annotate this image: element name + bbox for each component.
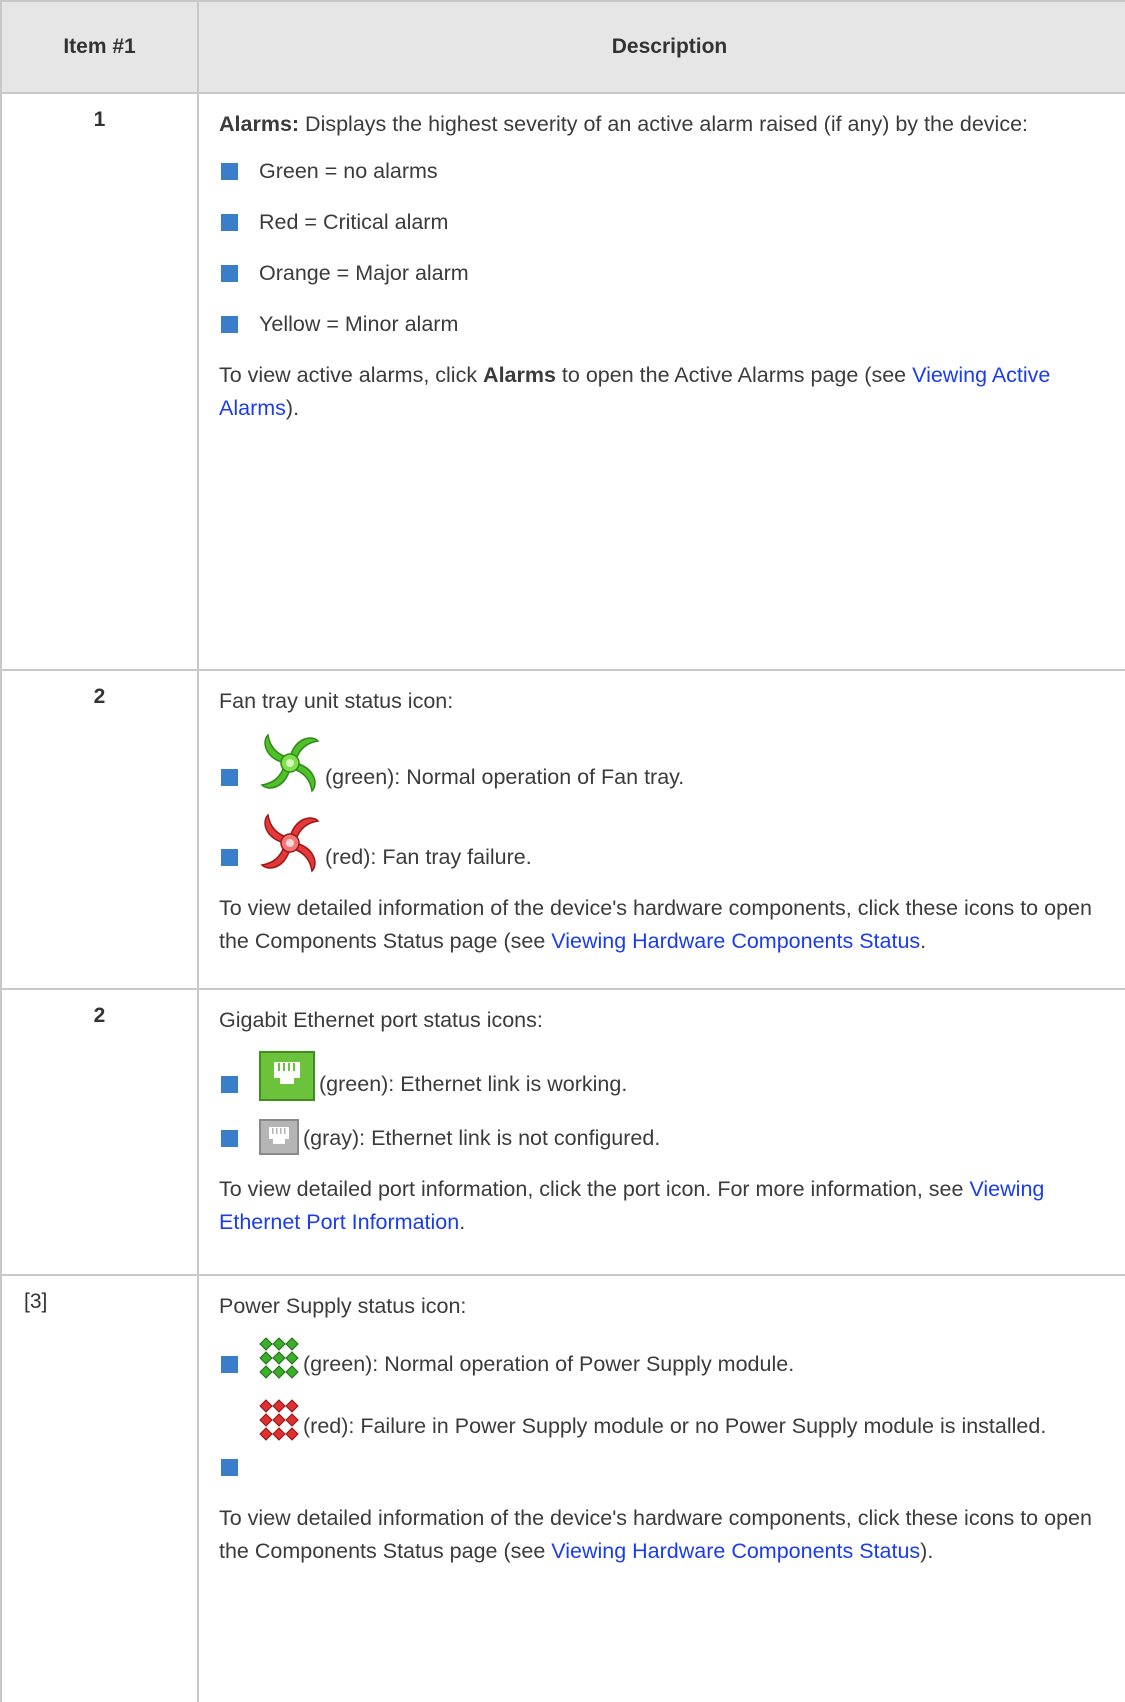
- page: { "table": { "headers": ["Item #1", "Des…: [0, 0, 1125, 1702]
- viewing-hardware-components-status-link[interactable]: Viewing Hardware Components Status: [551, 1539, 920, 1563]
- row-intro: Gigabit Ethernet port status icons:: [219, 1008, 543, 1032]
- bullet-square-icon: [221, 769, 238, 786]
- row-intro: Power Supply status icon:: [219, 1294, 467, 1318]
- bullet-square-icon: [221, 1459, 238, 1476]
- list-item: Green = no alarms: [219, 155, 1122, 188]
- bullet-square-icon: [221, 849, 238, 866]
- bullet-square-icon: [221, 214, 238, 231]
- item-number: 1: [0, 92, 199, 671]
- list-item: (green): Normal operation of Power Suppl…: [219, 1337, 1122, 1381]
- bullet-square-icon: [221, 1356, 238, 1373]
- bullet-square-icon: [221, 163, 238, 180]
- table-row: 2 Gigabit Ethernet port status icons: (g…: [0, 988, 1125, 1276]
- bullet-square-icon: [221, 265, 238, 282]
- ethernet-port-gray-icon[interactable]: [259, 1119, 299, 1155]
- list-item: (red): Fan tray failure.: [219, 812, 1122, 874]
- description-cell: Alarms: Displays the highest severity of…: [197, 92, 1125, 671]
- list-item: Yellow = Minor alarm: [219, 308, 1122, 341]
- table-row: [3] Power Supply status icon: (green): N…: [0, 1274, 1125, 1702]
- power-supply-green-icon[interactable]: [259, 1337, 299, 1381]
- table-row: 1 Alarms: Displays the highest severity …: [0, 92, 1125, 671]
- alarms-term: Alarms:: [219, 112, 300, 136]
- row-intro: Fan tray unit status icon:: [219, 689, 454, 713]
- list-item: (gray): Ethernet link is not configured.: [219, 1119, 1122, 1155]
- fan-green-icon[interactable]: [259, 732, 321, 794]
- description-cell: Power Supply status icon: (green): Norma…: [197, 1274, 1125, 1702]
- bullet-square-icon: [221, 316, 238, 333]
- row-footer: To view detailed information of the devi…: [219, 1506, 1092, 1563]
- list-item: (green): Normal operation of Fan tray.: [219, 732, 1122, 794]
- list-item: Orange = Major alarm: [219, 257, 1122, 290]
- bullet-square-icon: [221, 1130, 238, 1147]
- header-description: Description: [197, 0, 1125, 94]
- ethernet-port-green-icon[interactable]: [259, 1051, 315, 1101]
- item-number: 2: [0, 669, 199, 990]
- list-item: (green): Ethernet link is working.: [219, 1051, 1122, 1101]
- row-footer: To view active alarms, click Alarms to o…: [219, 363, 1051, 420]
- bullet-square-icon: [221, 1076, 238, 1093]
- power-supply-red-icon[interactable]: [259, 1399, 299, 1443]
- description-table: Item #1 Description 1 Alarms: Displays t…: [0, 0, 1125, 1702]
- row-footer: To view detailed information of the devi…: [219, 896, 1092, 953]
- list-item: Red = Critical alarm: [219, 206, 1122, 239]
- table-row: 2 Fan tray unit status icon: (green): No…: [0, 669, 1125, 990]
- header-item-number: Item #1: [0, 0, 199, 94]
- list-item: (red): Failure in Power Supply module or…: [219, 1399, 1122, 1484]
- row-footer: To view detailed port information, click…: [219, 1177, 1045, 1234]
- row-intro: Alarms: Displays the highest severity of…: [219, 112, 1029, 136]
- table-header-row: Item #1 Description: [0, 0, 1125, 94]
- description-cell: Gigabit Ethernet port status icons: (gre…: [197, 988, 1125, 1276]
- description-cell: Fan tray unit status icon: (green): Norm…: [197, 669, 1125, 990]
- fan-red-icon[interactable]: [259, 812, 321, 874]
- viewing-hardware-components-status-link[interactable]: Viewing Hardware Components Status: [551, 929, 920, 953]
- item-number: [3]: [0, 1274, 199, 1702]
- item-number: 2: [0, 988, 199, 1276]
